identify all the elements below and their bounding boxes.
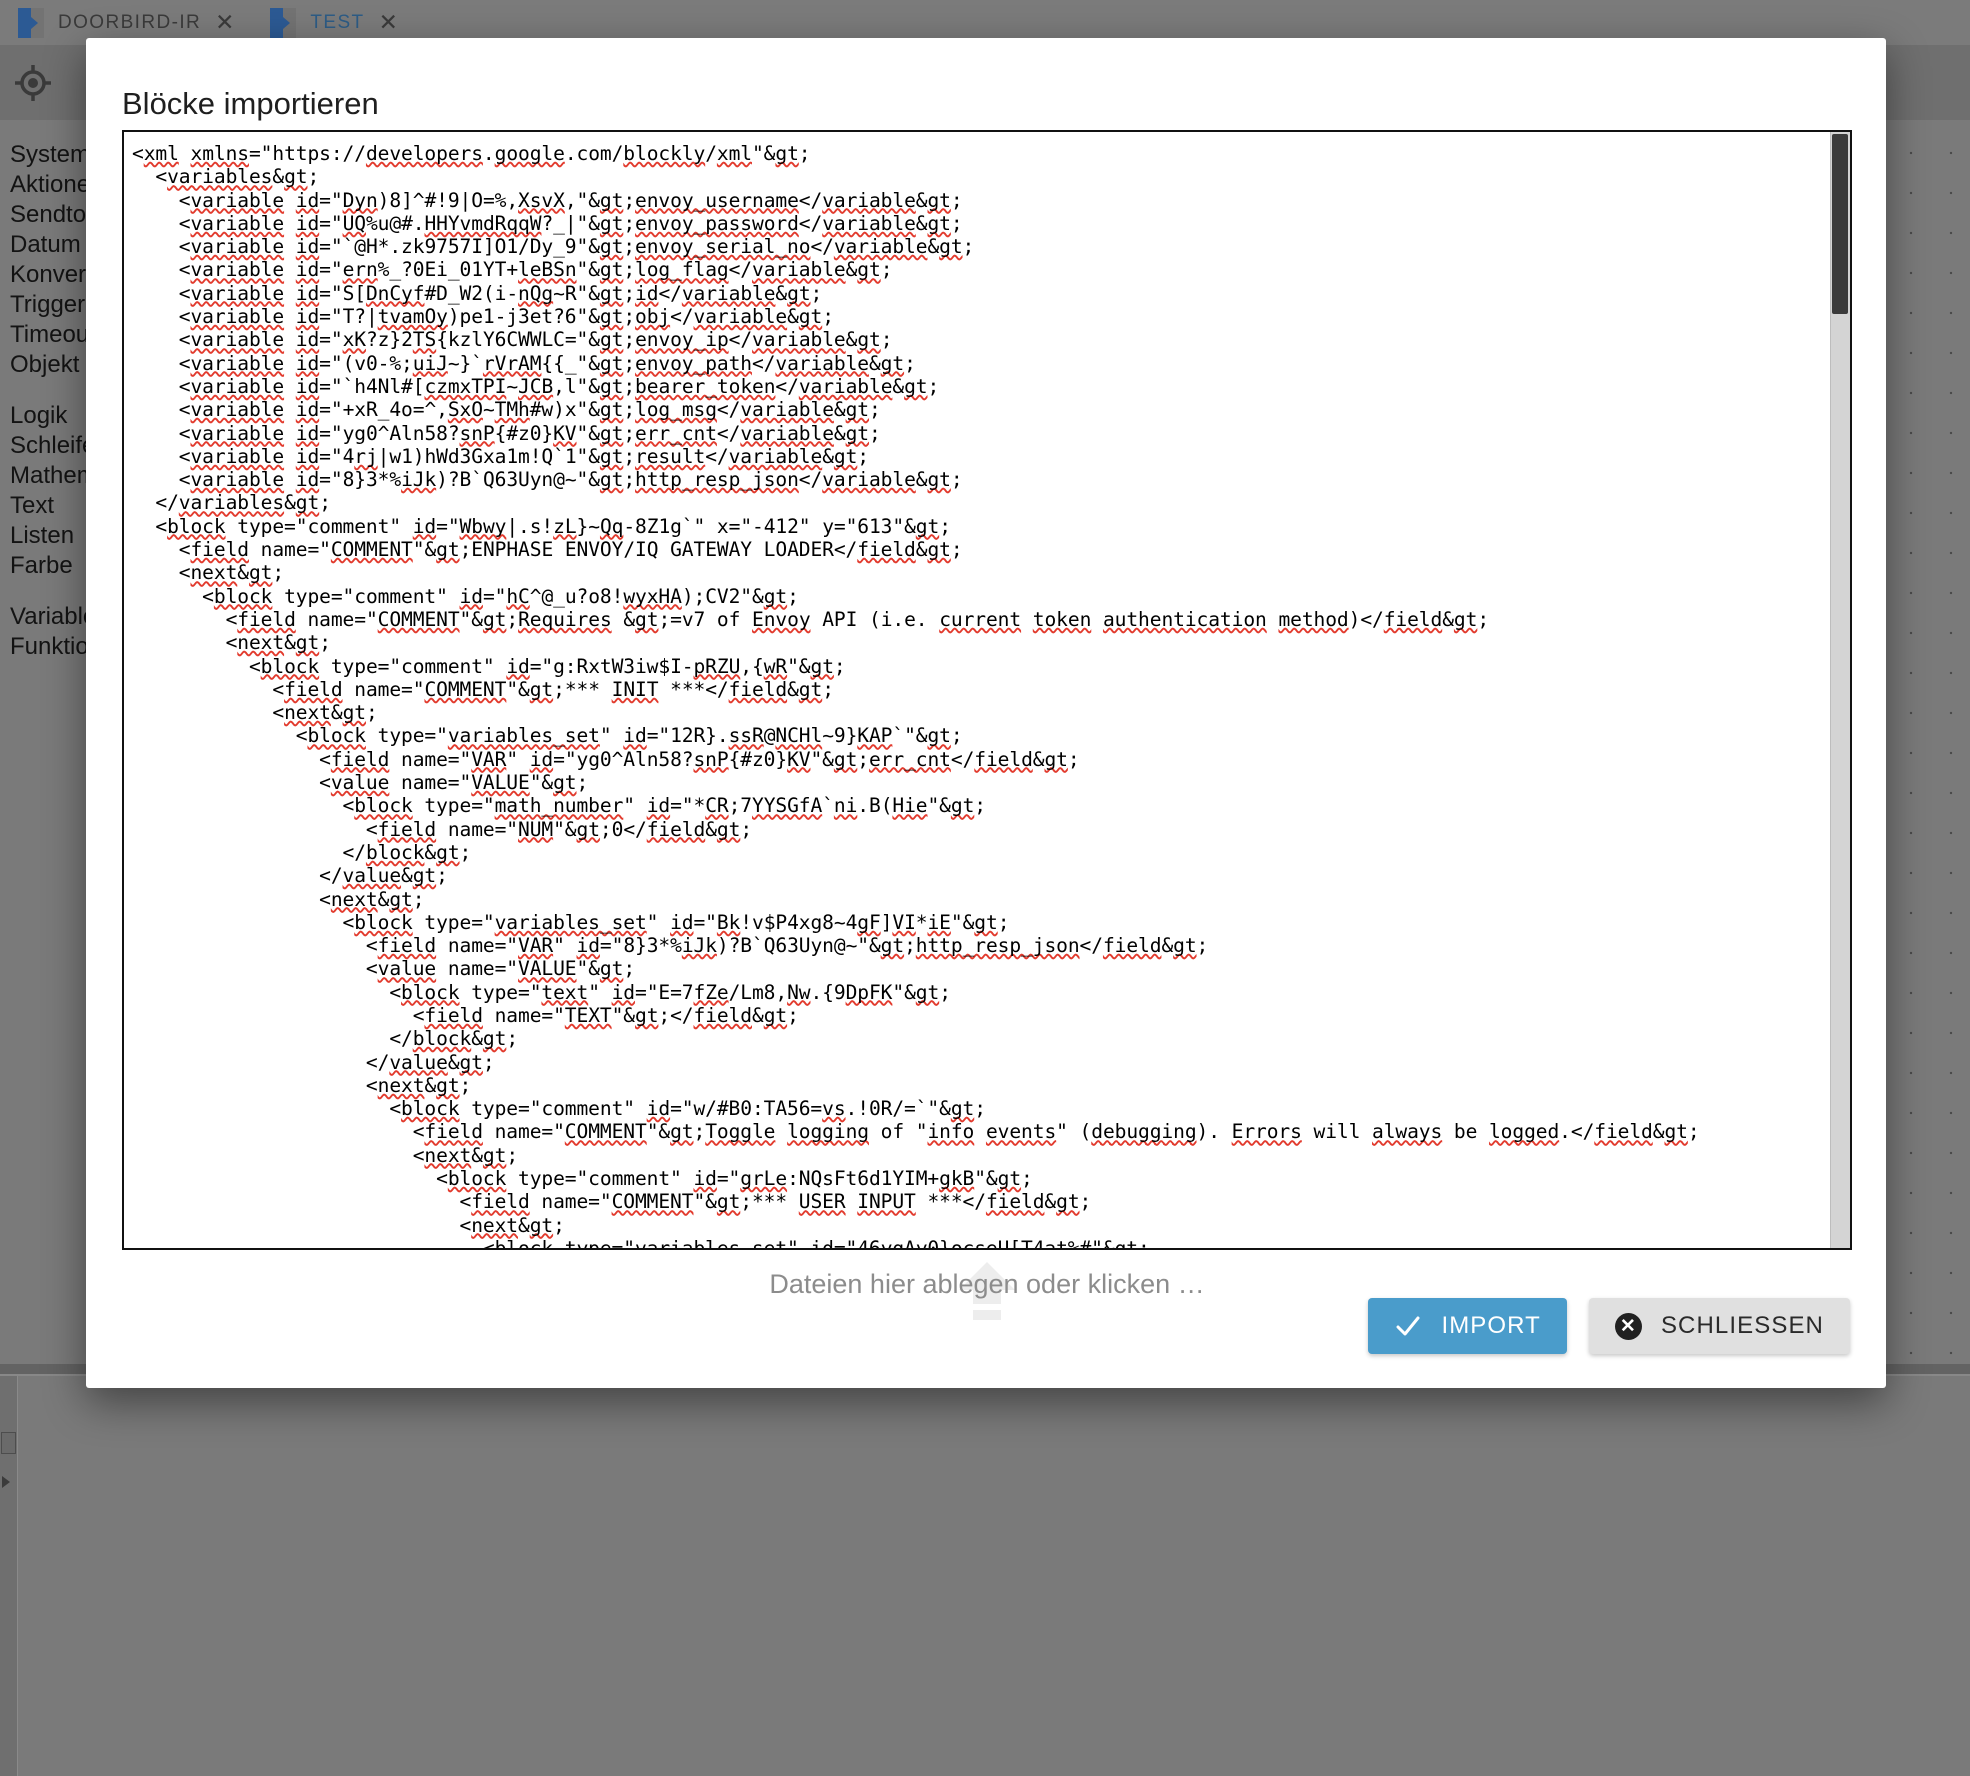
- close-button-label: SCHLIESSEN: [1660, 1312, 1824, 1339]
- xml-scrollbar-track[interactable]: [1830, 132, 1850, 1248]
- xml-scrollbar-thumb[interactable]: [1832, 134, 1848, 314]
- x-circle-icon: ✕: [1614, 1312, 1642, 1340]
- xml-input-container[interactable]: <xml xmlns="https://developers.google.co…: [122, 130, 1852, 1250]
- dialog-title: Blöcke importieren: [122, 86, 379, 121]
- import-button-label: IMPORT: [1441, 1312, 1541, 1339]
- import-button[interactable]: IMPORT: [1368, 1298, 1567, 1354]
- dropzone-label: Dateien hier ablegen oder klicken …: [769, 1268, 1205, 1299]
- close-button[interactable]: ✕ SCHLIESSEN: [1588, 1298, 1850, 1354]
- dialog-actions: IMPORT ✕ SCHLIESSEN: [1368, 1298, 1850, 1354]
- check-icon: [1394, 1312, 1422, 1340]
- xml-textarea[interactable]: <xml xmlns="https://developers.google.co…: [124, 132, 1828, 1248]
- import-blocks-dialog: Blöcke importieren <xml xmlns="https://d…: [86, 38, 1886, 1388]
